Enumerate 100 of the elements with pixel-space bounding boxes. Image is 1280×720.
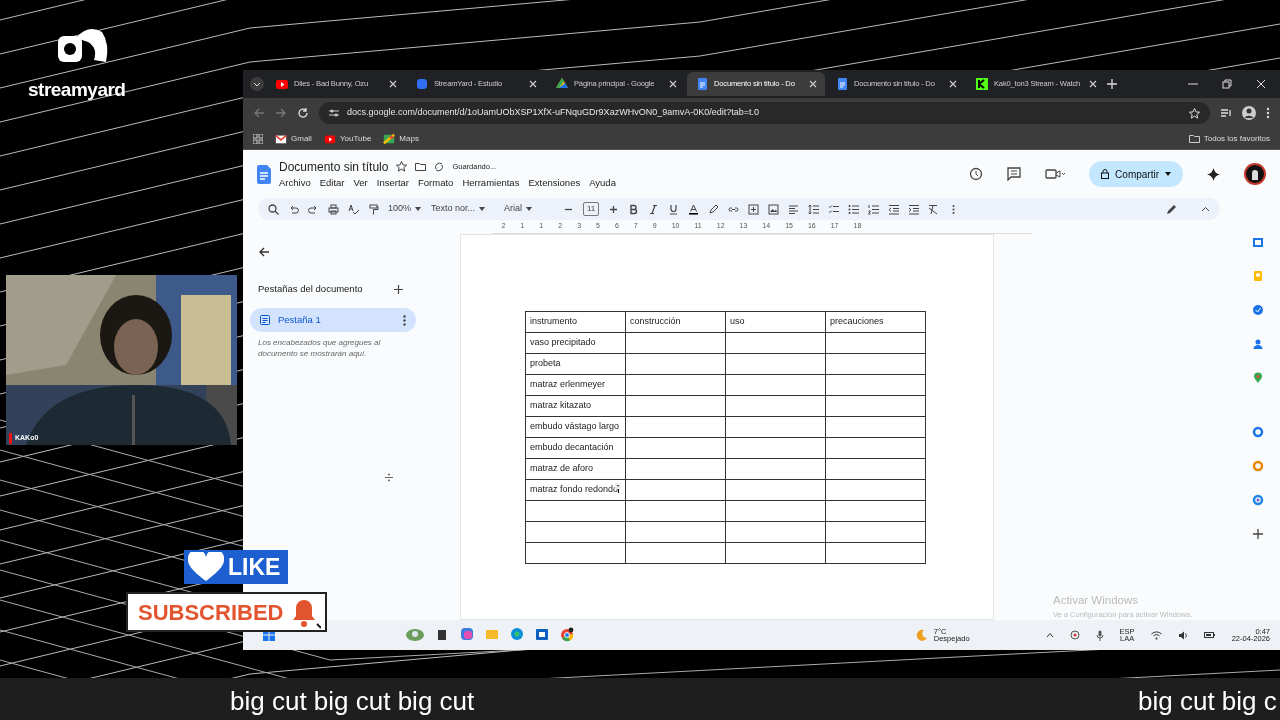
task-view-icon[interactable] [435, 627, 449, 643]
clear-formatting-icon[interactable] [928, 203, 940, 215]
zoom-dropdown[interactable]: 100% [388, 202, 422, 216]
battery-icon[interactable] [1203, 631, 1216, 639]
reload-icon[interactable] [297, 107, 309, 119]
close-icon[interactable] [529, 80, 537, 88]
table-cell[interactable]: embudo decantación [525, 437, 626, 459]
highlighter-icon[interactable] [708, 203, 720, 215]
document-title[interactable]: Documento sin título [279, 157, 389, 176]
close-icon[interactable] [669, 80, 677, 88]
comment-icon[interactable] [1007, 167, 1022, 181]
ring-icon[interactable] [1252, 426, 1264, 438]
document-tab[interactable]: Pestaña 1 [250, 308, 416, 333]
checklist-icon[interactable] [828, 203, 840, 215]
wifi-icon[interactable] [1150, 630, 1162, 640]
menu-item[interactable]: Ver [353, 175, 368, 191]
ring-icon[interactable] [1252, 460, 1264, 472]
table-cell[interactable]: matraz de aforo [525, 458, 626, 480]
avatar-icon[interactable] [1242, 106, 1256, 120]
spellcheck-icon[interactable] [348, 203, 359, 215]
new-tab-icon[interactable] [1107, 79, 1117, 89]
back-arrow-icon[interactable] [258, 246, 270, 258]
add-tab-icon[interactable] [394, 284, 403, 294]
decrease-indent-icon[interactable] [888, 203, 900, 215]
media-controls-icon[interactable] [1220, 107, 1232, 119]
widgets-icon[interactable] [406, 627, 424, 643]
bookmark-link[interactable]: Maps [383, 132, 419, 145]
restore-icon[interactable] [1222, 79, 1232, 89]
folder-icon[interactable] [415, 162, 427, 172]
document-icon[interactable] [257, 164, 271, 184]
share-button[interactable]: Compartir [1089, 161, 1183, 187]
resize-handle-icon[interactable] [385, 472, 393, 482]
add-icon[interactable] [1252, 528, 1264, 540]
collapse-icon[interactable] [1201, 206, 1210, 212]
italic-icon[interactable] [648, 203, 660, 215]
menu-item[interactable]: Editar [319, 175, 345, 191]
table-cell[interactable]: matraz erlenmeyer [525, 374, 626, 396]
apps-grid-icon[interactable] [253, 133, 263, 144]
menu-item[interactable]: Insertar [376, 175, 409, 191]
table-cell[interactable]: matraz kitazato [525, 395, 626, 417]
table-header-cell[interactable]: construcción [625, 311, 726, 333]
tab-list-icon[interactable] [249, 76, 265, 92]
search-icon[interactable] [268, 203, 279, 215]
history-icon[interactable] [969, 167, 984, 181]
table-cell[interactable]: vaso precipitado [525, 332, 626, 354]
forward-arrow-icon[interactable] [275, 107, 287, 119]
font-size-field[interactable]: 11 [583, 202, 600, 216]
chevron-up-icon[interactable] [1045, 632, 1054, 638]
menu-item[interactable]: Formato [418, 175, 454, 191]
close-icon[interactable] [809, 80, 817, 88]
table-cell[interactable]: matraz fondo redondo [525, 479, 626, 501]
microphone-icon[interactable] [1095, 629, 1104, 641]
pencil-icon[interactable] [1166, 203, 1177, 215]
more-menu-icon[interactable] [1266, 107, 1270, 119]
redo-icon[interactable] [308, 203, 319, 215]
underline-icon[interactable] [668, 203, 680, 215]
table-header-cell[interactable]: instrumento [525, 311, 626, 333]
text-color-icon[interactable] [688, 203, 700, 215]
close-icon[interactable] [1256, 79, 1266, 89]
increase-indent-icon[interactable] [908, 203, 920, 215]
avatar-icon[interactable] [1244, 163, 1266, 185]
more-options-icon[interactable] [403, 314, 406, 326]
chrome-icon[interactable] [560, 627, 574, 643]
address-bar[interactable]: docs.google.com/document/d/1oUamUObXSP1XfX-uFNquGDr9XazWHvON0_9amvA-0K0/edit?tab=t.0 [319, 102, 1210, 124]
bold-icon[interactable] [628, 203, 640, 215]
contacts-icon[interactable] [1252, 338, 1264, 350]
line-spacing-icon[interactable] [808, 203, 820, 215]
bulleted-list-icon[interactable] [848, 203, 860, 215]
add-comment-icon[interactable] [748, 203, 760, 215]
sparkle-icon[interactable] [1207, 167, 1220, 181]
copilot-icon[interactable] [460, 627, 474, 643]
bookmark-link[interactable]: YouTube [323, 132, 372, 145]
close-icon[interactable] [949, 80, 957, 88]
image-icon[interactable] [768, 203, 780, 215]
ring-icon[interactable] [1252, 494, 1264, 506]
menu-item[interactable]: Herramientas [462, 175, 520, 191]
table-cell[interactable]: embudo vástago largo [525, 416, 626, 438]
store-icon[interactable] [535, 627, 549, 643]
close-icon[interactable] [1089, 80, 1097, 88]
table-cell[interactable]: probeta [525, 353, 626, 375]
bookmarks-folder[interactable]: Todos los favoritos [1188, 132, 1270, 145]
font-dropdown[interactable]: Arial [504, 202, 554, 216]
menu-item[interactable]: Ayuda [589, 175, 616, 191]
tasks-icon[interactable] [1252, 304, 1264, 316]
align-left-icon[interactable] [788, 203, 800, 215]
undo-icon[interactable] [288, 203, 299, 215]
star-icon[interactable] [396, 161, 408, 173]
volume-icon[interactable] [1177, 630, 1188, 640]
menu-item[interactable]: Extensiones [528, 175, 581, 191]
bookmark-link[interactable]: Gmail [275, 132, 312, 145]
table-header-cell[interactable]: uso [725, 311, 826, 333]
print-icon[interactable] [328, 203, 339, 215]
video-call-icon[interactable] [1045, 168, 1066, 180]
numbered-list-icon[interactable] [868, 203, 880, 215]
close-icon[interactable] [389, 80, 397, 88]
style-dropdown[interactable]: Texto nor... [431, 202, 495, 216]
map-pin-icon[interactable] [1252, 372, 1264, 384]
paint-format-icon[interactable] [368, 203, 379, 215]
plus-icon[interactable] [608, 203, 620, 215]
menu-item[interactable]: Archivo [279, 175, 311, 191]
